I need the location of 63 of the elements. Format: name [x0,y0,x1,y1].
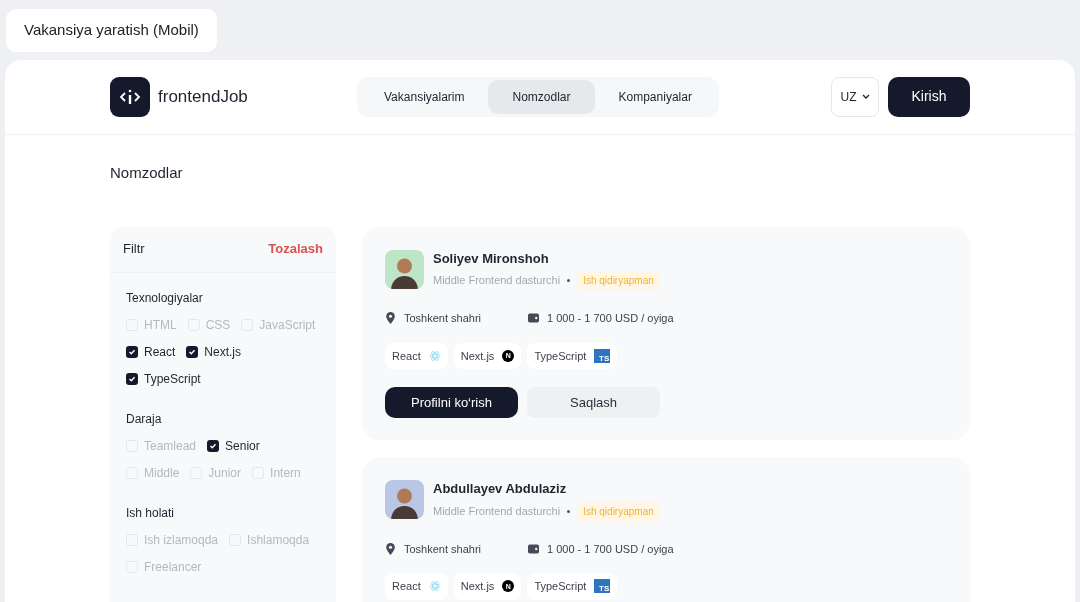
clear-link[interactable]: Tozalash [268,239,323,259]
status-badge: Ish qidiryapman [577,501,660,521]
checkmark-icon [128,375,136,383]
checkbox-label: Junior [208,465,242,482]
checkbox-label: JavaScript [259,317,316,334]
location-pin-icon [385,312,396,325]
checkbox[interactable] [126,346,138,358]
checkmark-icon [128,348,136,356]
filter-group-title: Ish holati [126,504,176,522]
tag-label: React [392,579,421,594]
logo-icon [110,76,150,117]
page-heading: Nomzodlar [110,163,183,181]
candidate-location: Toshkent shahri [404,311,483,326]
page-label: Vakansiya yaratish (Mobil) [6,9,217,52]
checkbox-label: Freelancer [144,559,202,576]
candidate-salary: 1 000 - 1 700 USD / oyiga [547,541,674,557]
status-badge: Ish qidiryapman [577,271,660,290]
candidate-role: Middle Frontend dasturchi [433,273,561,289]
wallet-icon [528,543,539,554]
checkbox-label: Ishlamoqda [247,532,310,549]
candidate-name: Soliyev Mironshoh [433,249,550,268]
checkbox-label: Senior [225,438,260,455]
checkbox-label: Intern [270,465,301,482]
typescript-logo-icon: TS [594,348,611,363]
candidate-location: Toshkent shahri [404,541,483,557]
location-pin-icon [385,542,396,555]
checkmark-icon [188,348,197,356]
checkbox-label: Teamlead [144,438,197,455]
view-profile-button[interactable]: Profilni ko‘rish [385,387,518,418]
checkmark-icon [209,442,218,450]
tag-label: TypeScript [534,348,587,364]
language-select[interactable]: UZ [831,76,879,117]
checkbox-label: TypeScript [144,371,201,388]
nav-tab[interactable]: Nomzodlar [488,79,595,114]
candidate-role: Middle Frontend dasturchi [433,503,561,519]
filter-title: Filtr [123,240,145,259]
typescript-logo-icon: TS [594,579,611,594]
checkbox[interactable] [186,346,199,358]
checkbox[interactable] [126,373,138,385]
filter-group-title: Daraja [126,410,163,428]
tag-label: React [392,348,421,364]
checkbox-label: HTML [144,317,177,334]
atom-icon [428,580,441,593]
nav-tab[interactable]: Vakansiyalarim [360,79,489,114]
checkbox-label: React [144,344,176,361]
checkbox-label: Middle [144,465,180,482]
save-button[interactable]: Saqlash [527,387,660,418]
checkbox[interactable] [207,440,220,452]
wallet-icon [528,313,539,324]
login-button[interactable]: Kirish [888,76,970,117]
logo-text: frontendJob [158,85,248,108]
candidate-salary: 1 000 - 1 700 USD / oyiga [547,311,674,326]
filter-group-title: Texnologiyalar [126,289,204,307]
checkbox-label: CSS [205,317,231,334]
atom-icon [428,349,441,362]
tag-label: TypeScript [534,579,587,594]
candidate-name: Abdullayev Abdulaziz [433,480,568,498]
checkbox-label: Ish izlamoqda [144,532,219,549]
chevron-down-icon [861,94,870,99]
tag-label: Next.js [460,348,495,364]
tag-label: Next.js [460,579,495,594]
checkbox-label: Next.js [204,344,242,361]
nav-tab[interactable]: Kompaniyalar [594,79,716,114]
